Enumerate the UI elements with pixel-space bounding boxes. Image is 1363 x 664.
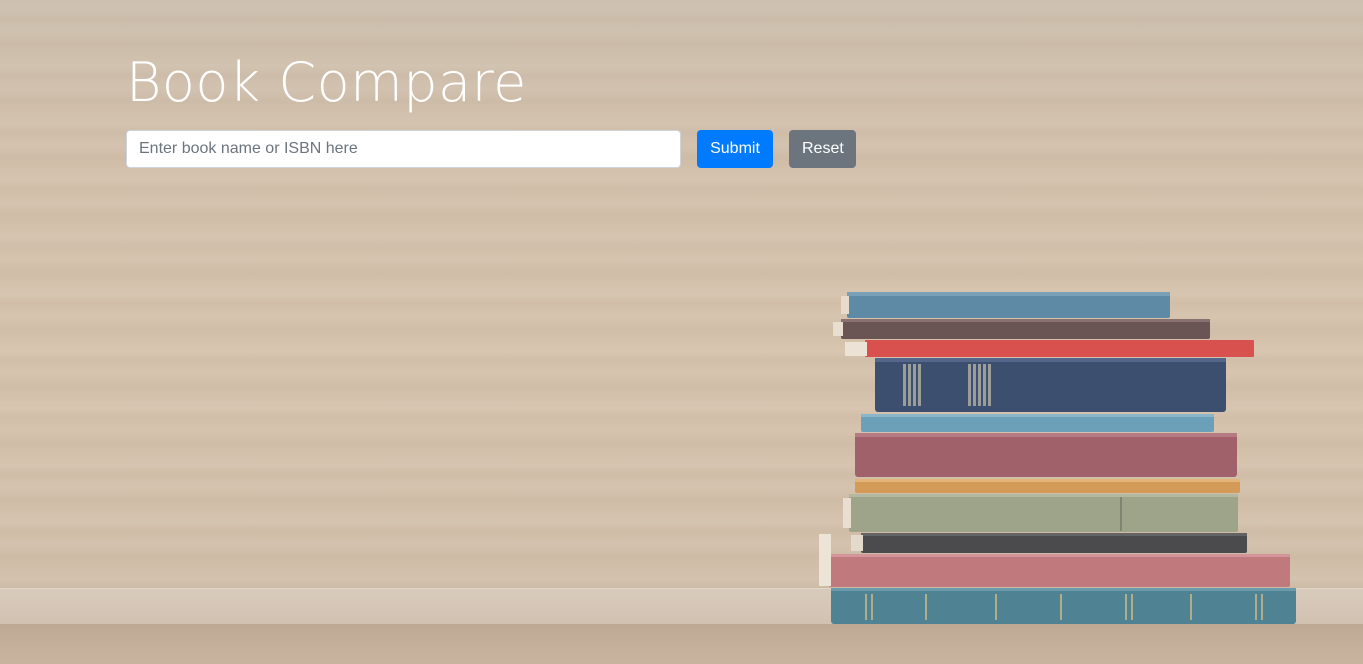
reset-button[interactable]: Reset <box>789 130 856 168</box>
page-title: Book Compare <box>126 51 527 114</box>
book-stack-illustration <box>819 292 1296 624</box>
submit-button[interactable]: Submit <box>697 130 773 168</box>
shelf-surface <box>0 624 1363 664</box>
book-search-input[interactable] <box>126 130 681 168</box>
